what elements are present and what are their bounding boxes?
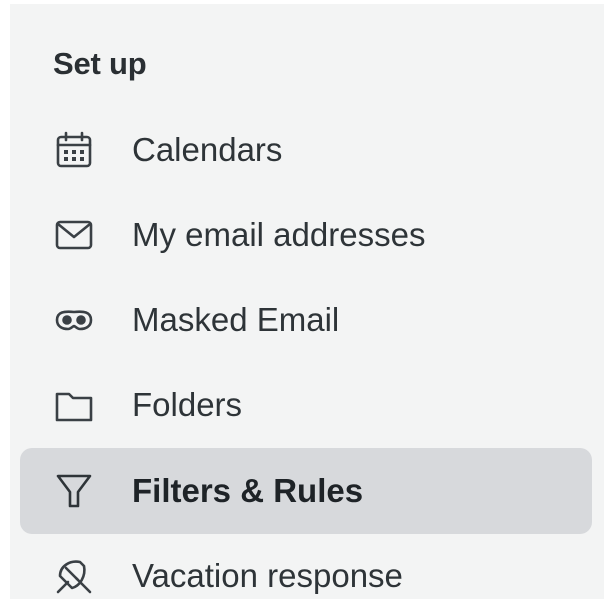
filter-icon bbox=[54, 471, 94, 511]
sidebar-item-email-addresses[interactable]: My email addresses bbox=[20, 192, 592, 278]
sidebar-item-folders[interactable]: Folders bbox=[20, 362, 592, 448]
sidebar-item-calendars[interactable]: Calendars bbox=[20, 107, 592, 193]
sidebar-item-label: Vacation response bbox=[132, 557, 403, 594]
sidebar-item-label: Folders bbox=[132, 386, 243, 423]
settings-sidebar: Set up Calendars My email addresses Mask… bbox=[10, 4, 604, 599]
mask-icon bbox=[54, 300, 94, 340]
sidebar-item-label: Filters & Rules bbox=[132, 472, 364, 509]
section-title: Set up bbox=[53, 46, 147, 81]
sidebar-item-label: Calendars bbox=[132, 131, 283, 168]
sidebar-item-vacation-response[interactable]: Vacation response bbox=[20, 533, 592, 599]
calendar-icon bbox=[54, 130, 94, 170]
sidebar-item-masked-email[interactable]: Masked Email bbox=[20, 277, 592, 363]
envelope-icon bbox=[54, 215, 94, 255]
sidebar-item-filters-rules[interactable]: Filters & Rules bbox=[20, 448, 592, 534]
beach-umbrella-icon bbox=[54, 556, 94, 596]
folder-icon bbox=[54, 385, 94, 425]
sidebar-item-label: My email addresses bbox=[132, 216, 426, 253]
sidebar-item-label: Masked Email bbox=[132, 301, 340, 338]
